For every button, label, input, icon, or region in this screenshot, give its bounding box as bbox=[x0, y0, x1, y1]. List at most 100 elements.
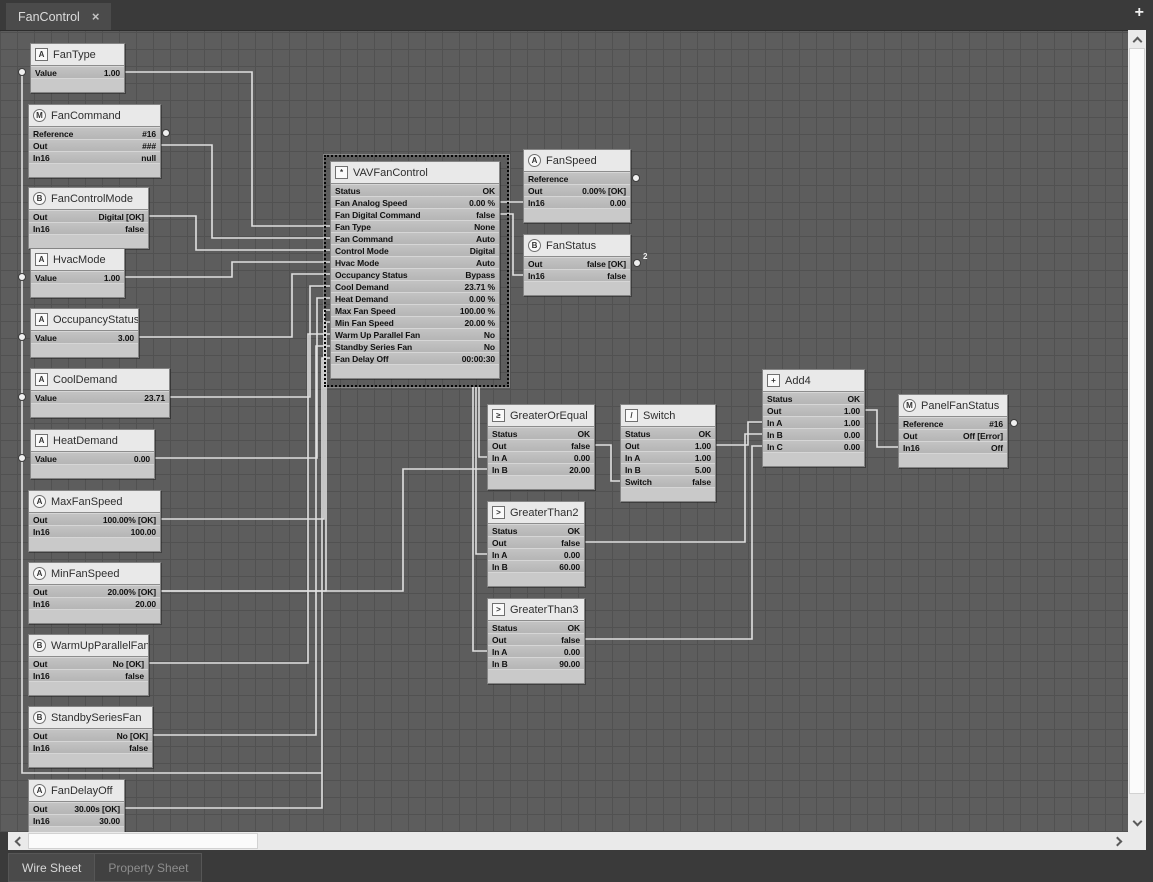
close-icon[interactable]: × bbox=[92, 9, 100, 24]
block-row-fan-type[interactable]: Fan TypeNone bbox=[331, 220, 499, 232]
block-row-value[interactable]: Value23.71 bbox=[31, 391, 169, 403]
block-row-in16[interactable]: In160.00 bbox=[524, 196, 630, 208]
scroll-right-icon[interactable] bbox=[1110, 832, 1128, 850]
block-PanelFanStatus[interactable]: MPanelFanStatusReference#16OutOff [Error… bbox=[898, 394, 1008, 468]
hvacmode-value-port[interactable] bbox=[18, 273, 26, 281]
block-row-fan-command[interactable]: Fan CommandAuto bbox=[331, 232, 499, 244]
block-row-value[interactable]: Value1.00 bbox=[31, 271, 124, 283]
block-FanStatus[interactable]: BFanStatusOutfalse [OK]In16false bbox=[523, 234, 631, 296]
wire-link[interactable] bbox=[865, 410, 898, 447]
block-row-warm-up-parallel-fan[interactable]: Warm Up Parallel FanNo bbox=[331, 328, 499, 340]
tab-wire-sheet[interactable]: Wire Sheet bbox=[8, 853, 95, 882]
panelfanstatus-reference-port[interactable] bbox=[1010, 419, 1018, 427]
block-row-cool-demand[interactable]: Cool Demand23.71 % bbox=[331, 280, 499, 292]
block-FanSpeed[interactable]: AFanSpeedReferenceOut0.00% [OK]In160.00 bbox=[523, 149, 631, 223]
wire-link[interactable] bbox=[155, 298, 330, 458]
wire-link[interactable] bbox=[149, 216, 330, 250]
wire-link[interactable] bbox=[161, 145, 330, 238]
block-row-out[interactable]: Outfalse bbox=[488, 439, 594, 451]
block-row-out[interactable]: OutDigital [OK] bbox=[29, 210, 148, 222]
block-row-out[interactable]: Out100.00% [OK] bbox=[29, 513, 160, 525]
block-row-in16[interactable]: In1620.00 bbox=[29, 597, 160, 609]
block-row-out[interactable]: Out30.00s [OK] bbox=[29, 802, 124, 814]
block-row-fan-analog-speed[interactable]: Fan Analog Speed0.00 % bbox=[331, 196, 499, 208]
block-header[interactable]: +Add4 bbox=[763, 370, 864, 392]
block-row-in-b[interactable]: In B90.00 bbox=[488, 657, 584, 669]
block-Add4[interactable]: +Add4StatusOKOut1.00In A1.00In B0.00In C… bbox=[762, 369, 865, 467]
wire-link[interactable] bbox=[161, 310, 330, 519]
block-header[interactable]: AMinFanSpeed bbox=[29, 563, 160, 585]
wire-link[interactable] bbox=[161, 322, 330, 591]
block-Switch[interactable]: /SwitchStatusOKOut1.00In A1.00In B5.00Sw… bbox=[620, 404, 716, 502]
block-FanCommand[interactable]: MFanCommandReference#16Out###In16null bbox=[28, 104, 161, 178]
block-VAVFanControl[interactable]: *VAVFanControlStatusOKFan Analog Speed0.… bbox=[330, 161, 500, 379]
tab-fancontrol[interactable]: FanControl × bbox=[6, 3, 111, 30]
fancommand-reference-port[interactable] bbox=[162, 129, 170, 137]
block-row-fan-delay-off[interactable]: Fan Delay Off00:00:30 bbox=[331, 352, 499, 364]
wire-link[interactable] bbox=[479, 387, 487, 457]
block-header[interactable]: *VAVFanControl bbox=[331, 162, 499, 184]
block-row-occupancy-status[interactable]: Occupancy StatusBypass bbox=[331, 268, 499, 280]
block-GreaterOrEqual[interactable]: ≥GreaterOrEqualStatusOKOutfalseIn A0.00I… bbox=[487, 404, 595, 490]
block-FanType[interactable]: AFanTypeValue1.00 bbox=[30, 43, 125, 93]
block-row-in-a[interactable]: In A1.00 bbox=[621, 451, 715, 463]
block-header[interactable]: AFanDelayOff bbox=[29, 780, 124, 802]
block-header[interactable]: AOccupancyStatus bbox=[31, 309, 138, 331]
block-FanControlMode[interactable]: BFanControlModeOutDigital [OK]In16false bbox=[28, 187, 149, 249]
wire-link[interactable] bbox=[473, 387, 487, 651]
block-header[interactable]: ACoolDemand bbox=[31, 369, 169, 391]
block-header[interactable]: >GreaterThan3 bbox=[488, 599, 584, 621]
block-header[interactable]: BWarmUpParallelFan bbox=[29, 635, 148, 657]
block-row-in16[interactable]: In16null bbox=[29, 151, 160, 163]
block-row-value[interactable]: Value1.00 bbox=[31, 66, 124, 78]
block-HeatDemand[interactable]: AHeatDemandValue0.00 bbox=[30, 429, 155, 479]
block-header[interactable]: ≥GreaterOrEqual bbox=[488, 405, 594, 427]
block-row-out[interactable]: OutNo [OK] bbox=[29, 657, 148, 669]
wire-link[interactable] bbox=[170, 286, 330, 397]
block-row-max-fan-speed[interactable]: Max Fan Speed100.00 % bbox=[331, 304, 499, 316]
block-row-status[interactable]: StatusOK bbox=[488, 427, 594, 439]
block-row-status[interactable]: StatusOK bbox=[331, 184, 499, 196]
wire-link[interactable] bbox=[149, 334, 330, 663]
block-row-out[interactable]: Out20.00% [OK] bbox=[29, 585, 160, 597]
block-row-in-a[interactable]: In A0.00 bbox=[488, 548, 584, 560]
block-row-hvac-mode[interactable]: Hvac ModeAuto bbox=[331, 256, 499, 268]
block-row-in16[interactable]: In1630.00 bbox=[29, 814, 124, 826]
block-OccupancyStatus[interactable]: AOccupancyStatusValue3.00 bbox=[30, 308, 139, 358]
block-row-in-b[interactable]: In B60.00 bbox=[488, 560, 584, 572]
block-row-status[interactable]: StatusOK bbox=[621, 427, 715, 439]
block-row-in16[interactable]: In16100.00 bbox=[29, 525, 160, 537]
block-row-in16[interactable]: In16Off bbox=[899, 441, 1007, 453]
block-row-out[interactable]: Out### bbox=[29, 139, 160, 151]
block-row-value[interactable]: Value0.00 bbox=[31, 452, 154, 464]
block-row-control-mode[interactable]: Control ModeDigital bbox=[331, 244, 499, 256]
wire-link[interactable] bbox=[595, 445, 620, 481]
v-scroll-thumb[interactable] bbox=[1129, 48, 1145, 794]
wire-link[interactable] bbox=[153, 346, 330, 735]
scroll-left-icon[interactable] bbox=[8, 832, 26, 850]
block-row-min-fan-speed[interactable]: Min Fan Speed20.00 % bbox=[331, 316, 499, 328]
fanspeed-reference-port[interactable] bbox=[632, 174, 640, 182]
block-row-in-a[interactable]: In A1.00 bbox=[763, 416, 864, 428]
block-row-fan-digital-command[interactable]: Fan Digital Commandfalse bbox=[331, 208, 499, 220]
block-row-in16[interactable]: In16false bbox=[524, 269, 630, 281]
block-MaxFanSpeed[interactable]: AMaxFanSpeedOut100.00% [OK]In16100.00 bbox=[28, 490, 161, 552]
block-row-value[interactable]: Value3.00 bbox=[31, 331, 138, 343]
block-header[interactable]: MPanelFanStatus bbox=[899, 395, 1007, 417]
new-tab-button[interactable]: + bbox=[1135, 4, 1144, 22]
block-row-reference[interactable]: Reference#16 bbox=[29, 127, 160, 139]
block-row-status[interactable]: StatusOK bbox=[488, 524, 584, 536]
block-row-in16[interactable]: In16false bbox=[29, 669, 148, 681]
block-row-out[interactable]: Outfalse [OK] bbox=[524, 257, 630, 269]
block-header[interactable]: BFanControlMode bbox=[29, 188, 148, 210]
wiresheet-canvas[interactable]: AFanTypeValue1.00 MFanCommandReference#16… bbox=[0, 30, 1128, 832]
block-row-in-b[interactable]: In B5.00 bbox=[621, 463, 715, 475]
fantype-value-port[interactable] bbox=[18, 68, 26, 76]
block-row-in-c[interactable]: In C0.00 bbox=[763, 440, 864, 452]
block-row-out[interactable]: Outfalse bbox=[488, 633, 584, 645]
block-row-in-b[interactable]: In B0.00 bbox=[763, 428, 864, 440]
block-row-in-a[interactable]: In A0.00 bbox=[488, 451, 594, 463]
heatdemand-value-port[interactable] bbox=[18, 454, 26, 462]
block-GreaterThan3[interactable]: >GreaterThan3StatusOKOutfalseIn A0.00In … bbox=[487, 598, 585, 684]
block-header[interactable]: AHeatDemand bbox=[31, 430, 154, 452]
